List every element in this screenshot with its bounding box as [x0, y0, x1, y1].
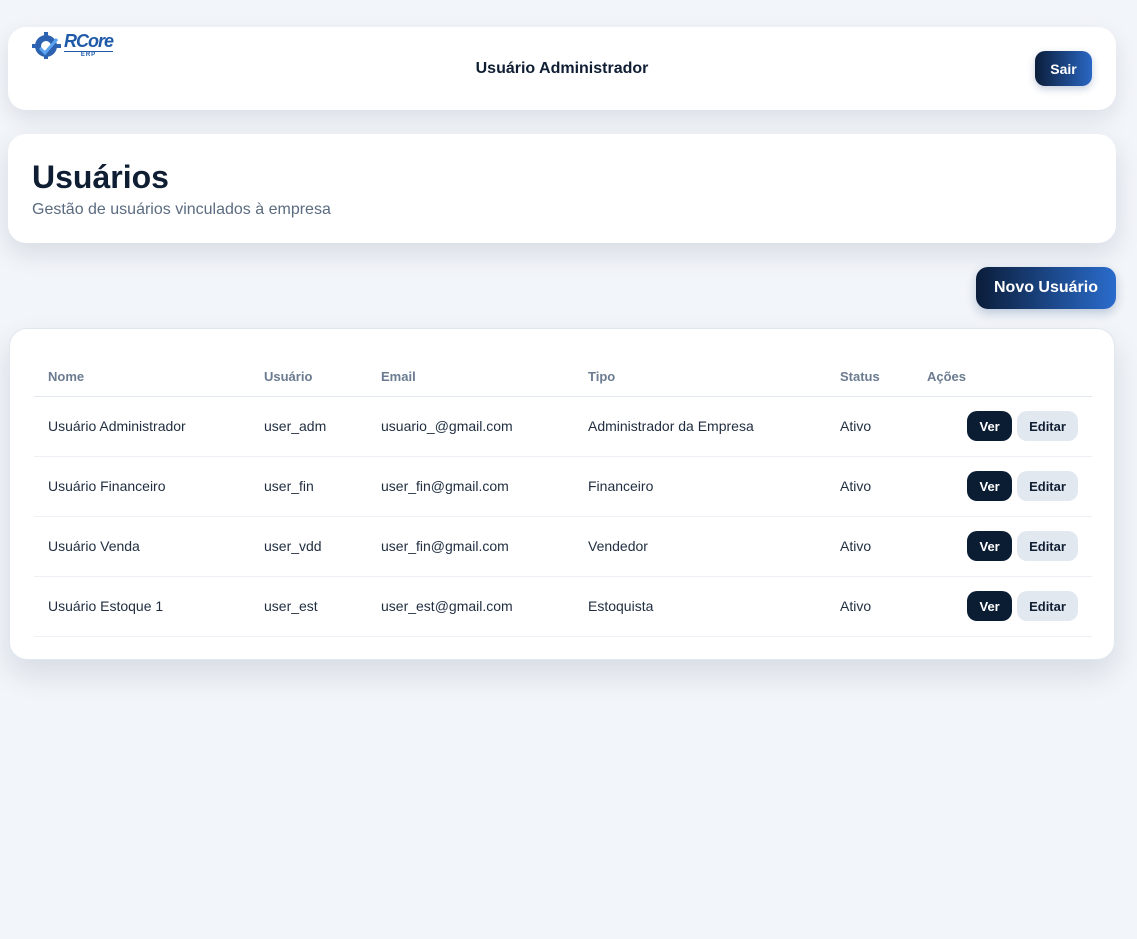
cell-tipo: Administrador da Empresa	[574, 396, 826, 457]
view-button[interactable]: Ver	[967, 471, 1013, 501]
cell-status: Ativo	[826, 456, 913, 517]
cell-actions: Ver Editar	[913, 456, 1092, 517]
column-header-status[interactable]: Status	[826, 357, 913, 397]
edit-button[interactable]: Editar	[1017, 531, 1078, 561]
logout-button[interactable]: Sair	[1035, 51, 1092, 86]
table-row: Usuário Venda user_vdd user_fin@gmail.co…	[34, 516, 1092, 577]
current-user-name: Usuário Administrador	[475, 60, 649, 77]
column-header-tipo[interactable]: Tipo	[574, 357, 826, 397]
column-header-acoes: Ações	[913, 357, 1092, 397]
table-row: Usuário Financeiro user_fin user_fin@gma…	[34, 456, 1092, 517]
cell-nome: Usuário Administrador	[34, 396, 250, 457]
table-header-row: Nome Usuário Email Tipo Status Ações	[34, 357, 1092, 397]
page-header-card: Usuários Gestão de usuários vinculados à…	[8, 134, 1116, 243]
column-header-usuario[interactable]: Usuário	[250, 357, 367, 397]
cell-email: user_fin@gmail.com	[367, 456, 574, 517]
table-row: Usuário Estoque 1 user_est user_est@gmai…	[34, 576, 1092, 637]
cell-email: usuario_@gmail.com	[367, 396, 574, 457]
cell-actions: Ver Editar	[913, 396, 1092, 457]
table-row: Usuário Administrador user_adm usuario_@…	[34, 396, 1092, 457]
edit-button[interactable]: Editar	[1017, 471, 1078, 501]
page-subtitle: Gestão de usuários vinculados à empresa	[32, 201, 331, 218]
cell-status: Ativo	[826, 396, 913, 457]
users-table-card: Nome Usuário Email Tipo Status Ações Usu…	[9, 328, 1115, 660]
page-title: Usuários	[32, 159, 169, 195]
column-header-nome[interactable]: Nome	[34, 357, 250, 397]
users-table: Nome Usuário Email Tipo Status Ações Usu…	[34, 357, 1092, 637]
logo-text: RCore	[64, 31, 114, 51]
cell-nome: Usuário Estoque 1	[34, 576, 250, 637]
rcore-logo[interactable]: RCore ERP	[30, 30, 120, 60]
view-button[interactable]: Ver	[967, 411, 1013, 441]
cell-email: user_fin@gmail.com	[367, 516, 574, 577]
cell-actions: Ver Editar	[913, 516, 1092, 577]
cell-nome: Usuário Venda	[34, 516, 250, 577]
column-header-email[interactable]: Email	[367, 357, 574, 397]
view-button[interactable]: Ver	[967, 591, 1013, 621]
view-button[interactable]: Ver	[967, 531, 1013, 561]
cell-nome: Usuário Financeiro	[34, 456, 250, 517]
edit-button[interactable]: Editar	[1017, 591, 1078, 621]
logo-gear-icon	[30, 31, 63, 59]
cell-status: Ativo	[826, 576, 913, 637]
top-navbar: RCore ERP Usuário Administrador Sair	[8, 27, 1116, 110]
cell-actions: Ver Editar	[913, 576, 1092, 637]
cell-usuario: user_est	[250, 576, 367, 637]
cell-email: user_est@gmail.com	[367, 576, 574, 637]
cell-tipo: Estoquista	[574, 576, 826, 637]
edit-button[interactable]: Editar	[1017, 411, 1078, 441]
cell-usuario: user_adm	[250, 396, 367, 457]
logo-subtext: ERP	[64, 51, 114, 58]
new-user-button[interactable]: Novo Usuário	[976, 267, 1116, 309]
cell-status: Ativo	[826, 516, 913, 577]
cell-usuario: user_vdd	[250, 516, 367, 577]
cell-usuario: user_fin	[250, 456, 367, 517]
cell-tipo: Financeiro	[574, 456, 826, 517]
cell-tipo: Vendedor	[574, 516, 826, 577]
